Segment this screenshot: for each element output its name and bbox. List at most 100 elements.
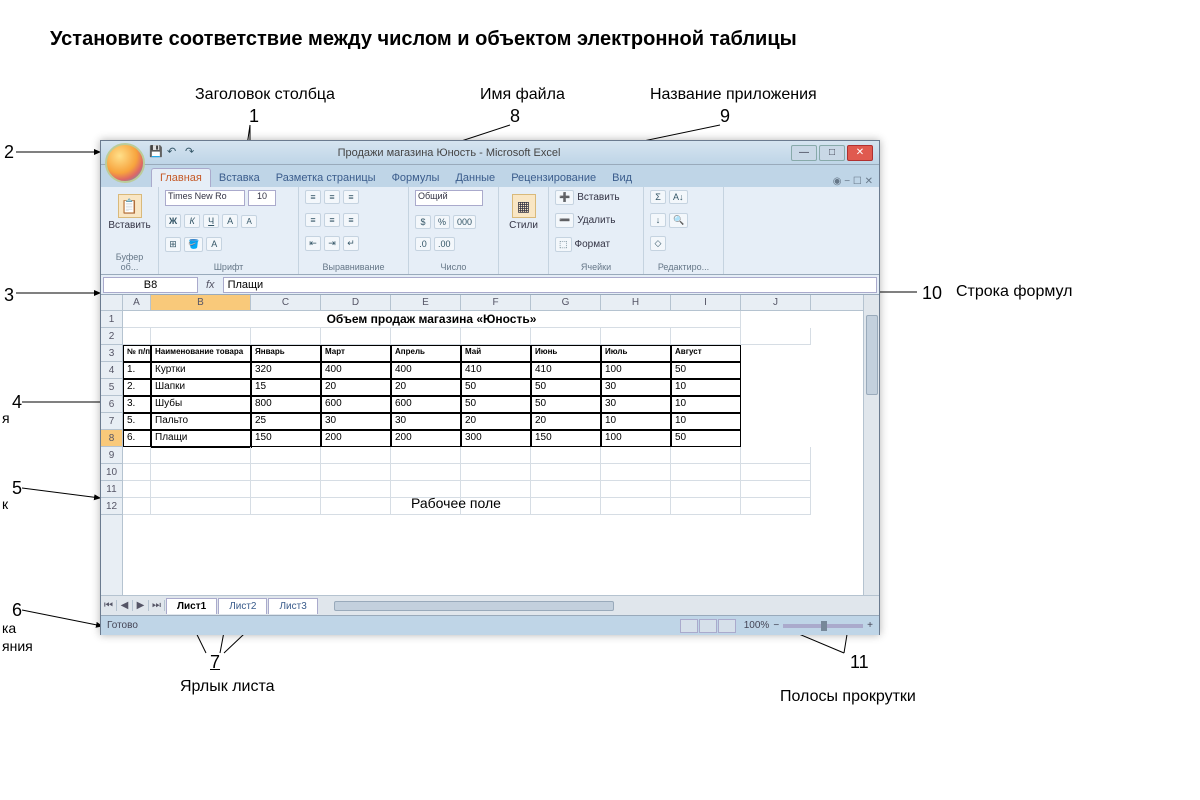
font-grow[interactable]: A bbox=[222, 214, 238, 228]
cell[interactable]: 200 bbox=[321, 430, 391, 447]
cell[interactable] bbox=[531, 328, 601, 345]
cell[interactable]: Май bbox=[461, 345, 531, 362]
cell[interactable]: Куртки bbox=[151, 362, 251, 379]
col-header-B[interactable]: B bbox=[151, 295, 251, 310]
ribbon-tab-6[interactable]: Вид bbox=[604, 169, 640, 187]
cell[interactable]: 410 bbox=[461, 362, 531, 379]
cell[interactable]: Шубы bbox=[151, 396, 251, 413]
name-box[interactable]: B8 bbox=[103, 277, 198, 293]
col-header-H[interactable]: H bbox=[601, 295, 671, 310]
align-left[interactable]: ≡ bbox=[305, 213, 321, 227]
indent-inc[interactable]: ⇥ bbox=[324, 236, 340, 251]
scroll-thumb[interactable] bbox=[866, 315, 878, 395]
cell[interactable]: 30 bbox=[601, 396, 671, 413]
col-header-E[interactable]: E bbox=[391, 295, 461, 310]
row-header-1[interactable]: 1 bbox=[101, 311, 122, 328]
row-header-2[interactable]: 2 bbox=[101, 328, 122, 345]
number-format[interactable]: Общий bbox=[415, 190, 483, 206]
col-header-J[interactable]: J bbox=[741, 295, 811, 310]
fill-down[interactable]: ↓ bbox=[650, 213, 666, 227]
cell[interactable] bbox=[391, 328, 461, 345]
col-header-G[interactable]: G bbox=[531, 295, 601, 310]
row-header-6[interactable]: 6 bbox=[101, 396, 122, 413]
align-center[interactable]: ≡ bbox=[324, 213, 340, 227]
nav-next[interactable]: ▶ bbox=[133, 600, 149, 611]
size-select[interactable]: 10 bbox=[248, 190, 276, 206]
cell[interactable] bbox=[151, 481, 251, 498]
cell[interactable] bbox=[321, 481, 391, 498]
minimize-button[interactable]: — bbox=[791, 145, 817, 161]
sheet-tab-1[interactable]: Лист2 bbox=[218, 598, 267, 614]
cell[interactable]: 10 bbox=[671, 413, 741, 430]
cell[interactable]: 20 bbox=[391, 379, 461, 396]
align-mid[interactable]: ≡ bbox=[324, 190, 340, 204]
cell[interactable] bbox=[251, 481, 321, 498]
nav-prev[interactable]: ◀ bbox=[117, 600, 133, 611]
dec-inc[interactable]: .0 bbox=[415, 237, 431, 251]
cell[interactable]: 320 bbox=[251, 362, 321, 379]
cell[interactable]: 300 bbox=[461, 430, 531, 447]
cell[interactable] bbox=[601, 498, 671, 515]
cell[interactable]: 600 bbox=[321, 396, 391, 413]
vertical-scrollbar[interactable] bbox=[863, 295, 879, 595]
save-icon[interactable]: 💾 bbox=[149, 145, 163, 159]
cell[interactable]: 2. bbox=[123, 379, 151, 396]
sheet-tab-2[interactable]: Лист3 bbox=[268, 598, 317, 614]
ribbon-tab-2[interactable]: Разметка страницы bbox=[268, 169, 384, 187]
cell[interactable] bbox=[601, 464, 671, 481]
cell[interactable]: Июнь bbox=[531, 345, 601, 362]
cell[interactable]: 20 bbox=[461, 413, 531, 430]
wrap-button[interactable]: ↵ bbox=[343, 236, 359, 251]
align-bot[interactable]: ≡ bbox=[343, 190, 359, 204]
indent-dec[interactable]: ⇤ bbox=[305, 236, 321, 251]
zoom-slider[interactable] bbox=[783, 624, 863, 628]
cell[interactable]: 400 bbox=[391, 362, 461, 379]
insert-btn[interactable]: ➕ bbox=[555, 190, 574, 205]
cell[interactable]: 800 bbox=[251, 396, 321, 413]
cell[interactable] bbox=[741, 447, 811, 464]
sort-btn[interactable]: A↓ bbox=[669, 190, 688, 204]
format-btn[interactable]: ⬚ bbox=[555, 237, 572, 252]
cell[interactable] bbox=[531, 447, 601, 464]
styles-button[interactable]: ▦Стили bbox=[505, 190, 542, 235]
row-header-12[interactable]: 12 bbox=[101, 498, 122, 515]
cell[interactable] bbox=[671, 328, 741, 345]
cell[interactable] bbox=[531, 481, 601, 498]
cell[interactable]: 50 bbox=[531, 396, 601, 413]
cell[interactable] bbox=[601, 328, 671, 345]
col-header-D[interactable]: D bbox=[321, 295, 391, 310]
select-all-corner[interactable] bbox=[101, 295, 123, 311]
cell[interactable] bbox=[671, 447, 741, 464]
align-top[interactable]: ≡ bbox=[305, 190, 321, 204]
cell[interactable] bbox=[391, 464, 461, 481]
cell[interactable] bbox=[461, 328, 531, 345]
cell[interactable] bbox=[123, 464, 151, 481]
cell[interactable] bbox=[531, 498, 601, 515]
clear-btn[interactable]: ◇ bbox=[650, 236, 666, 251]
cell[interactable] bbox=[321, 447, 391, 464]
horizontal-scrollbar[interactable] bbox=[328, 599, 879, 613]
row-header-3[interactable]: 3 bbox=[101, 345, 122, 362]
cell[interactable]: 1. bbox=[123, 362, 151, 379]
cell[interactable] bbox=[391, 447, 461, 464]
cell[interactable]: 3. bbox=[123, 396, 151, 413]
sheet-tab-0[interactable]: Лист1 bbox=[166, 598, 217, 614]
cell[interactable]: Шапки bbox=[151, 379, 251, 396]
row-header-10[interactable]: 10 bbox=[101, 464, 122, 481]
row-header-11[interactable]: 11 bbox=[101, 481, 122, 498]
cell[interactable]: 400 bbox=[321, 362, 391, 379]
cell[interactable]: Июль bbox=[601, 345, 671, 362]
cell[interactable]: 150 bbox=[251, 430, 321, 447]
cell[interactable]: Апрель bbox=[391, 345, 461, 362]
cell[interactable] bbox=[741, 464, 811, 481]
dec-dec[interactable]: .00 bbox=[434, 237, 455, 251]
cell[interactable]: 5. bbox=[123, 413, 151, 430]
nav-first[interactable]: ⏮ bbox=[101, 600, 117, 611]
col-header-A[interactable]: A bbox=[123, 295, 151, 310]
cell[interactable] bbox=[321, 328, 391, 345]
cell[interactable]: 200 bbox=[391, 430, 461, 447]
currency-btn[interactable]: $ bbox=[415, 215, 431, 229]
comma-btn[interactable]: 000 bbox=[453, 215, 476, 229]
cell[interactable] bbox=[461, 464, 531, 481]
cell[interactable]: 15 bbox=[251, 379, 321, 396]
